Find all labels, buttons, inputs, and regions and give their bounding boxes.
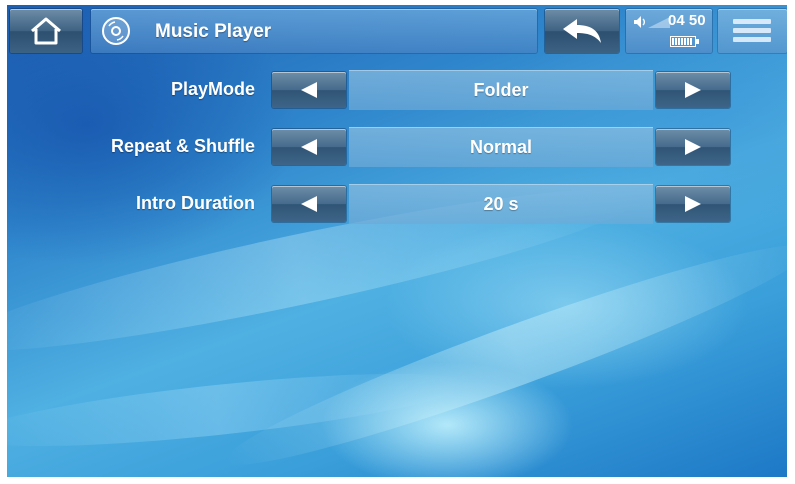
- arrow-right-icon: [685, 139, 701, 155]
- page-title: Music Player: [155, 21, 272, 42]
- back-button[interactable]: [545, 9, 619, 53]
- previous-option-button[interactable]: [272, 186, 346, 222]
- arrow-left-icon: [301, 139, 317, 155]
- next-option-button[interactable]: [656, 186, 730, 222]
- setting-row-playmode: PlayMode Folder: [7, 69, 787, 111]
- setting-row-repeat-shuffle: Repeat & Shuffle Normal: [7, 126, 787, 168]
- setting-value: Folder: [349, 70, 653, 110]
- background-streak: [7, 359, 469, 461]
- volume-icon: [634, 16, 670, 28]
- background-streak: [215, 220, 787, 477]
- music-settings-screen: Music Player 04 50 PlayMode Folder Repea…: [7, 5, 787, 477]
- previous-option-button[interactable]: [272, 129, 346, 165]
- status-area: 04 50: [626, 9, 712, 53]
- arrow-left-icon: [301, 196, 317, 212]
- setting-row-intro-duration: Intro Duration 20 s: [7, 183, 787, 225]
- setting-value: 20 s: [349, 184, 653, 224]
- cd-icon: [102, 17, 130, 45]
- arrow-left-icon: [301, 82, 317, 98]
- setting-label: Intro Duration: [136, 193, 255, 213]
- setting-value: Normal: [349, 127, 653, 167]
- next-option-button[interactable]: [656, 129, 730, 165]
- previous-option-button[interactable]: [272, 72, 346, 108]
- title-bar: Music Player: [91, 9, 537, 53]
- back-arrow-icon: [563, 19, 601, 43]
- clock-time: 04 50: [668, 12, 706, 29]
- arrow-right-icon: [685, 82, 701, 98]
- arrow-right-icon: [685, 196, 701, 212]
- home-button[interactable]: [10, 9, 82, 53]
- setting-label: PlayMode: [170, 79, 255, 99]
- setting-label: Repeat & Shuffle: [110, 136, 255, 156]
- battery-icon: [670, 36, 699, 47]
- menu-button[interactable]: [718, 9, 787, 53]
- home-icon: [31, 17, 61, 45]
- next-option-button[interactable]: [656, 72, 730, 108]
